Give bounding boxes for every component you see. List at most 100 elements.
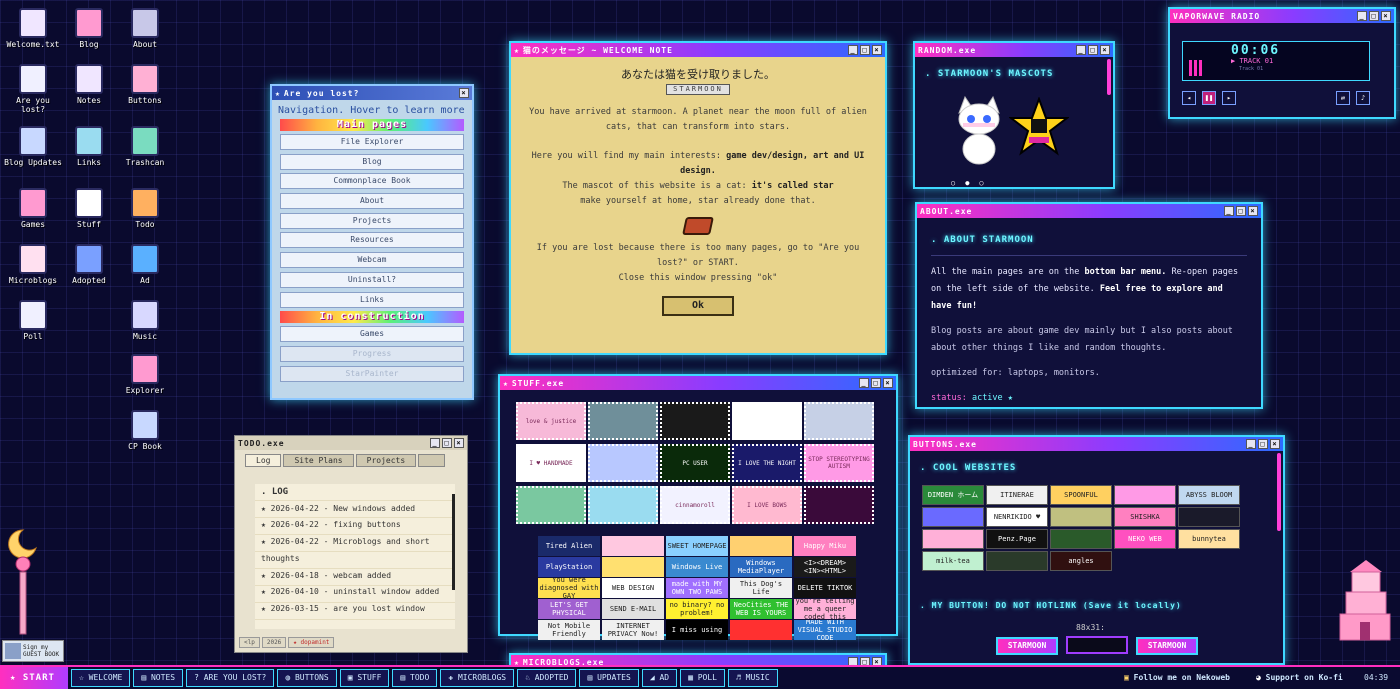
cool-site-button[interactable]: [1178, 507, 1240, 527]
buttons-titlebar[interactable]: BUTTONS.exe _ □ ×: [910, 437, 1283, 451]
desktop-icon[interactable]: Buttons: [114, 64, 176, 105]
stuff-titlebar[interactable]: ★ STUFF.exe _ □ ×: [500, 376, 896, 390]
taskbar-item[interactable]: ▦ POLL: [680, 669, 725, 687]
scrollbar[interactable]: [452, 494, 455, 590]
starmoon-button[interactable]: [1066, 636, 1128, 654]
desktop-icon[interactable]: Microblogs: [2, 244, 64, 285]
desktop-icon[interactable]: Music: [114, 300, 176, 341]
site-button[interactable]: SEND E-MAIL: [602, 599, 664, 619]
minimize-icon[interactable]: _: [430, 438, 440, 448]
close-icon[interactable]: ×: [883, 378, 893, 388]
taskbar-item[interactable]: ◢ AD: [641, 669, 678, 687]
site-button[interactable]: NeoCities THE WEB IS YOURS: [730, 599, 792, 619]
starmoon-button[interactable]: STARMOON: [996, 637, 1058, 655]
radio-titlebar[interactable]: VAPORWAVE RADIO _ □ ×: [1170, 9, 1394, 23]
site-button[interactable]: SWEET HOMEPAGE: [666, 536, 728, 556]
nav-button[interactable]: Resources: [280, 232, 464, 249]
taskbar-item[interactable]: ✚ MICROBLOGS: [440, 669, 515, 687]
taskbar-item[interactable]: ? ARE YOU LOST?: [186, 669, 275, 687]
desktop-icon[interactable]: Notes: [58, 64, 120, 105]
site-button[interactable]: Windows MediaPlayer: [730, 557, 792, 577]
todo-window[interactable]: TODO.exe _ □ × Log Site Plans Projects . L…: [234, 435, 468, 653]
pause-button[interactable]: ❚❚: [1202, 91, 1216, 105]
minimize-icon[interactable]: _: [1076, 45, 1086, 55]
cool-site-button[interactable]: [922, 507, 984, 527]
maximize-icon[interactable]: □: [1088, 45, 1098, 55]
taskbar-item[interactable]: ♘ ADOPTED: [517, 669, 577, 687]
site-button[interactable]: MADE WITH VISUAL STUDIO CODE: [794, 620, 856, 640]
nav-button[interactable]: Uninstall?: [280, 271, 464, 288]
taskbar-item[interactable]: ▤ TODO: [392, 669, 438, 687]
nav-button[interactable]: File Explorer: [280, 134, 464, 150]
site-button[interactable]: DELETE TIKTOK: [794, 578, 856, 598]
cool-site-button[interactable]: [986, 551, 1048, 571]
desktop-icon[interactable]: Blog: [58, 8, 120, 49]
site-button[interactable]: You were diagnosed with GAY: [538, 578, 600, 598]
nav-button[interactable]: Blog: [280, 153, 464, 170]
site-button[interactable]: you're telling me a queer coded this: [794, 599, 856, 619]
site-button[interactable]: <I><DREAM> <IN><HTML>: [794, 557, 856, 577]
random-window[interactable]: RANDOM.exe _ □ × . STARMOON'S MASCOTS ○●…: [913, 41, 1115, 189]
desktop-icon[interactable]: About: [114, 8, 176, 49]
volume-button[interactable]: ♪: [1356, 91, 1370, 105]
desktop-icon[interactable]: Welcome.txt: [2, 8, 64, 49]
nekoweb-link[interactable]: ▣ Follow me on Nekoweb: [1124, 667, 1230, 689]
nav-button[interactable]: Commonplace Book: [280, 173, 464, 190]
are-you-lost-window[interactable]: ★ Are you lost? × Navigation. Hover to l…: [270, 84, 474, 400]
site-button[interactable]: Tired Alien: [538, 536, 600, 556]
cool-site-button[interactable]: [922, 529, 984, 549]
nav-button[interactable]: Projects: [280, 212, 464, 229]
cool-site-button[interactable]: SHISHKA: [1114, 507, 1176, 527]
nav-button[interactable]: Links: [280, 291, 464, 308]
site-button[interactable]: Windows Live: [666, 557, 728, 577]
welcome-note-window[interactable]: ★ 猫のメッセージ ~ WELCOME NOTE _ □ × あなたは猫を受け取…: [509, 41, 887, 355]
maximize-icon[interactable]: □: [1236, 206, 1246, 216]
desktop-icon[interactable]: Poll: [2, 300, 64, 341]
guestbook-button[interactable]: Sign my GUEST BOOK: [2, 640, 64, 662]
close-icon[interactable]: ×: [872, 45, 882, 55]
desktop-icon[interactable]: Todo: [114, 188, 176, 229]
minimize-icon[interactable]: _: [859, 378, 869, 388]
cool-site-button[interactable]: [1050, 529, 1112, 549]
close-icon[interactable]: ×: [1270, 439, 1280, 449]
cool-site-button[interactable]: DIMDEN ホーム: [922, 485, 984, 505]
taskbar-item[interactable]: ▣ STUFF: [339, 669, 390, 687]
buttons-window[interactable]: BUTTONS.exe _ □ × . COOL WEBSITES . MY B…: [908, 435, 1285, 665]
site-button[interactable]: PlayStation: [538, 557, 600, 577]
taskbar-item[interactable]: ♬ MUSIC: [728, 669, 778, 687]
kofi-link[interactable]: ◕ Support on Ko-fi: [1256, 667, 1343, 689]
desktop-icon[interactable]: Adopted: [58, 244, 120, 285]
cool-site-button[interactable]: angles: [1050, 551, 1112, 571]
desktop-icon[interactable]: Blog Updates: [2, 126, 64, 167]
taskbar-item[interactable]: ▤ NOTES: [133, 669, 184, 687]
start-button[interactable]: ★ START: [0, 667, 68, 689]
todo-titlebar[interactable]: TODO.exe _ □ ×: [235, 436, 467, 450]
starmoon-button[interactable]: STARMOON: [1136, 637, 1198, 655]
site-button[interactable]: Happy Miku: [794, 536, 856, 556]
log-panel[interactable]: . LOG ★ 2026-04-22 - New windows added ★ …: [255, 484, 455, 629]
vaporwave-radio-window[interactable]: VAPORWAVE RADIO _ □ × 00:06 ▶ TRACK 01 T…: [1168, 7, 1396, 119]
cool-site-button[interactable]: ITINERAE: [986, 485, 1048, 505]
pagination-dots[interactable]: ○●○: [951, 179, 994, 187]
site-button[interactable]: LET'S GET PHYSICAL: [538, 599, 600, 619]
nav-button[interactable]: Webcam: [280, 252, 464, 269]
tab-projects[interactable]: Projects: [355, 454, 417, 467]
close-icon[interactable]: ×: [1248, 206, 1258, 216]
close-icon[interactable]: ×: [1100, 45, 1110, 55]
cool-site-button[interactable]: [1114, 485, 1176, 505]
site-button[interactable]: WEB DESIGN: [602, 578, 664, 598]
cool-site-button[interactable]: milk-tea: [922, 551, 984, 571]
stuff-window[interactable]: ★ STUFF.exe _ □ × love & justice I ♥ HAND…: [498, 374, 898, 640]
random-titlebar[interactable]: RANDOM.exe _ □ ×: [915, 43, 1113, 57]
nav-button[interactable]: About: [280, 193, 464, 210]
ok-button[interactable]: Ok: [662, 296, 734, 316]
minimize-icon[interactable]: _: [848, 45, 858, 55]
nav-button-wip[interactable]: Games: [280, 326, 464, 343]
taskbar-item[interactable]: ☆ WELCOME: [71, 669, 131, 687]
minimize-icon[interactable]: _: [1224, 206, 1234, 216]
desktop-icon[interactable]: Games: [2, 188, 64, 229]
site-button[interactable]: [730, 536, 792, 556]
maximize-icon[interactable]: □: [442, 438, 452, 448]
maximize-icon[interactable]: □: [1369, 11, 1379, 21]
scrollbar[interactable]: [1277, 453, 1281, 531]
